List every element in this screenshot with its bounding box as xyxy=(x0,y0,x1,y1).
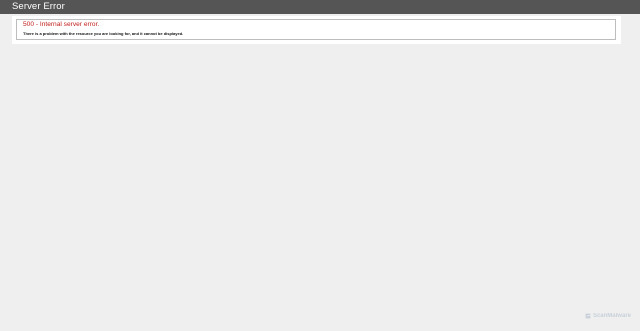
error-title: 500 - Internal server error. xyxy=(23,21,100,28)
error-message-box: 500 - Internal server error. There is a … xyxy=(16,19,616,40)
scanmalware-logo-icon xyxy=(584,312,592,320)
page-title: Server Error xyxy=(12,1,65,12)
header-bar: Server Error xyxy=(0,0,640,14)
brand-watermark: ScanMalware xyxy=(584,311,631,320)
content-panel: 500 - Internal server error. There is a … xyxy=(12,16,621,44)
error-description: There is a problem with the resource you… xyxy=(23,31,184,36)
brand-name: ScanMalware xyxy=(592,312,631,319)
